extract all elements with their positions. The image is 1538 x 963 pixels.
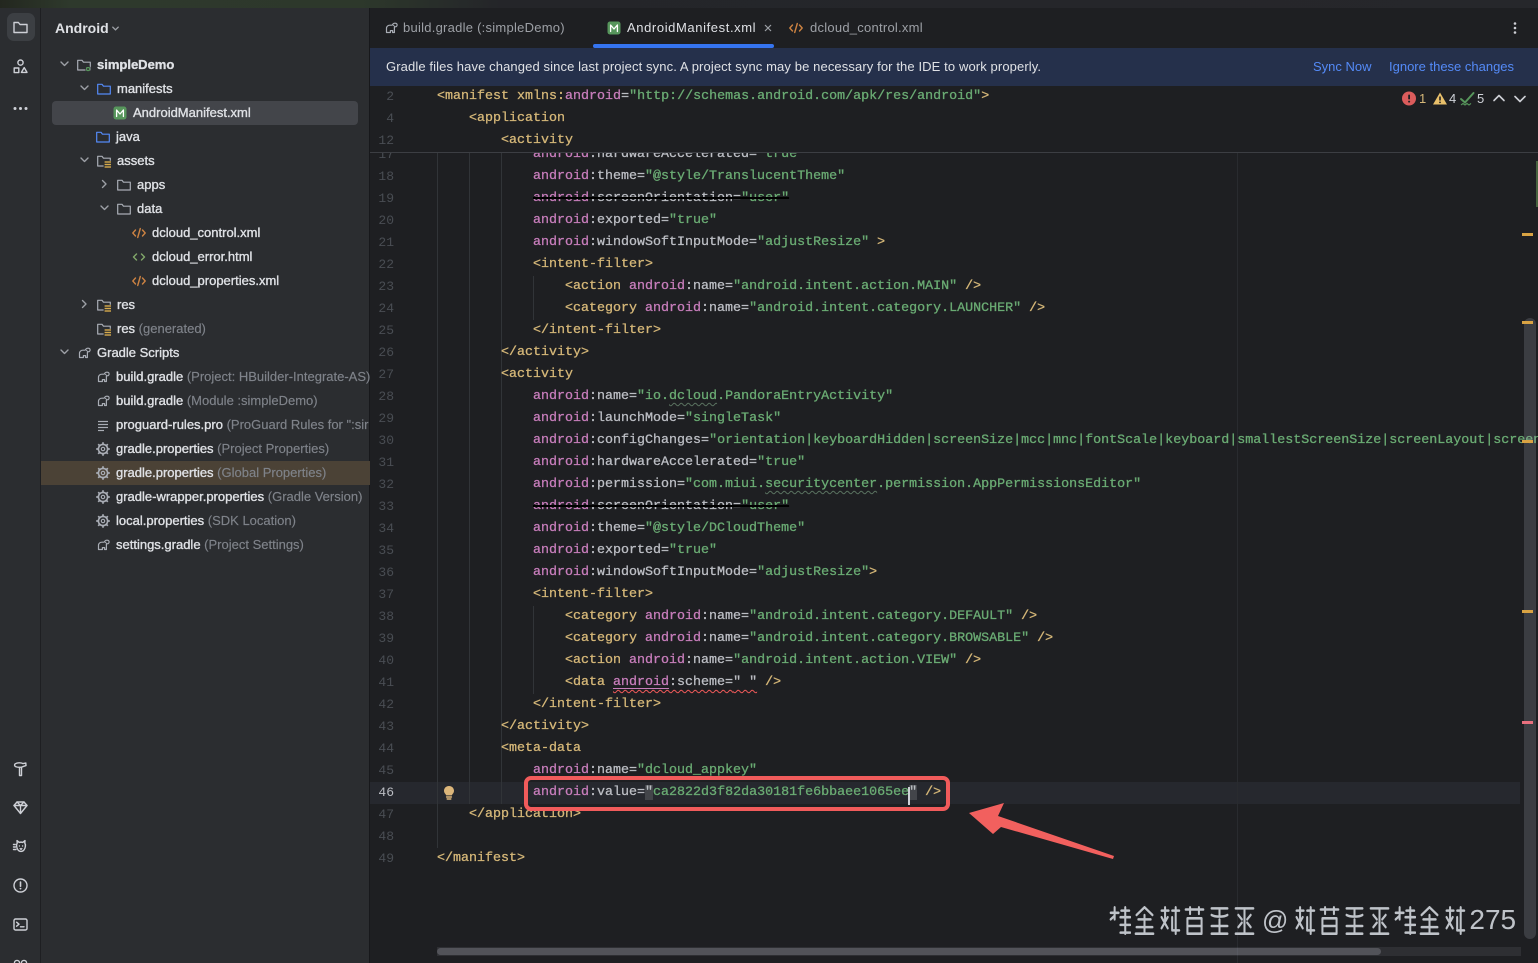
svg-text:4: 4 (1449, 91, 1456, 106)
svg-text:5: 5 (1477, 91, 1484, 106)
svg-text:1: 1 (1419, 91, 1426, 106)
